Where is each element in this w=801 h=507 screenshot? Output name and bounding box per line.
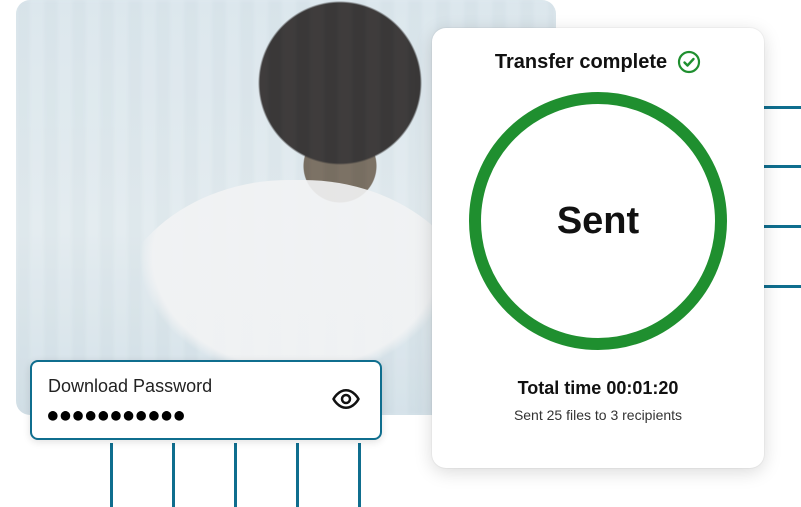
decor-hline xyxy=(759,165,801,168)
check-circle-icon xyxy=(677,50,701,74)
transfer-title-row: Transfer complete xyxy=(495,50,701,74)
decor-vline xyxy=(172,443,175,507)
decor-vline xyxy=(110,443,113,507)
ring-status-label: Sent xyxy=(557,200,639,243)
password-masked-value: ●●●●●●●●●●● xyxy=(48,405,212,424)
transfer-complete-card: Transfer complete Sent Total time 00:01:… xyxy=(432,28,764,468)
decor-hline xyxy=(759,106,801,109)
decor-vline xyxy=(234,443,237,507)
transfer-title: Transfer complete xyxy=(495,51,667,74)
download-password-card: Download Password ●●●●●●●●●●● xyxy=(30,360,382,440)
total-time-value: 00:01:20 xyxy=(606,378,678,398)
transfer-summary: Sent 25 files to 3 recipients xyxy=(514,407,682,423)
toggle-password-visibility-button[interactable] xyxy=(328,382,364,418)
eye-icon xyxy=(331,384,361,417)
decor-hline xyxy=(759,285,801,288)
total-time: Total time 00:01:20 xyxy=(518,378,679,399)
password-label: Download Password xyxy=(48,376,212,397)
total-time-label: Total time xyxy=(518,378,602,398)
decor-vline xyxy=(296,443,299,507)
decor-vline xyxy=(358,443,361,507)
decor-hline xyxy=(759,225,801,228)
progress-ring: Sent xyxy=(469,92,727,350)
